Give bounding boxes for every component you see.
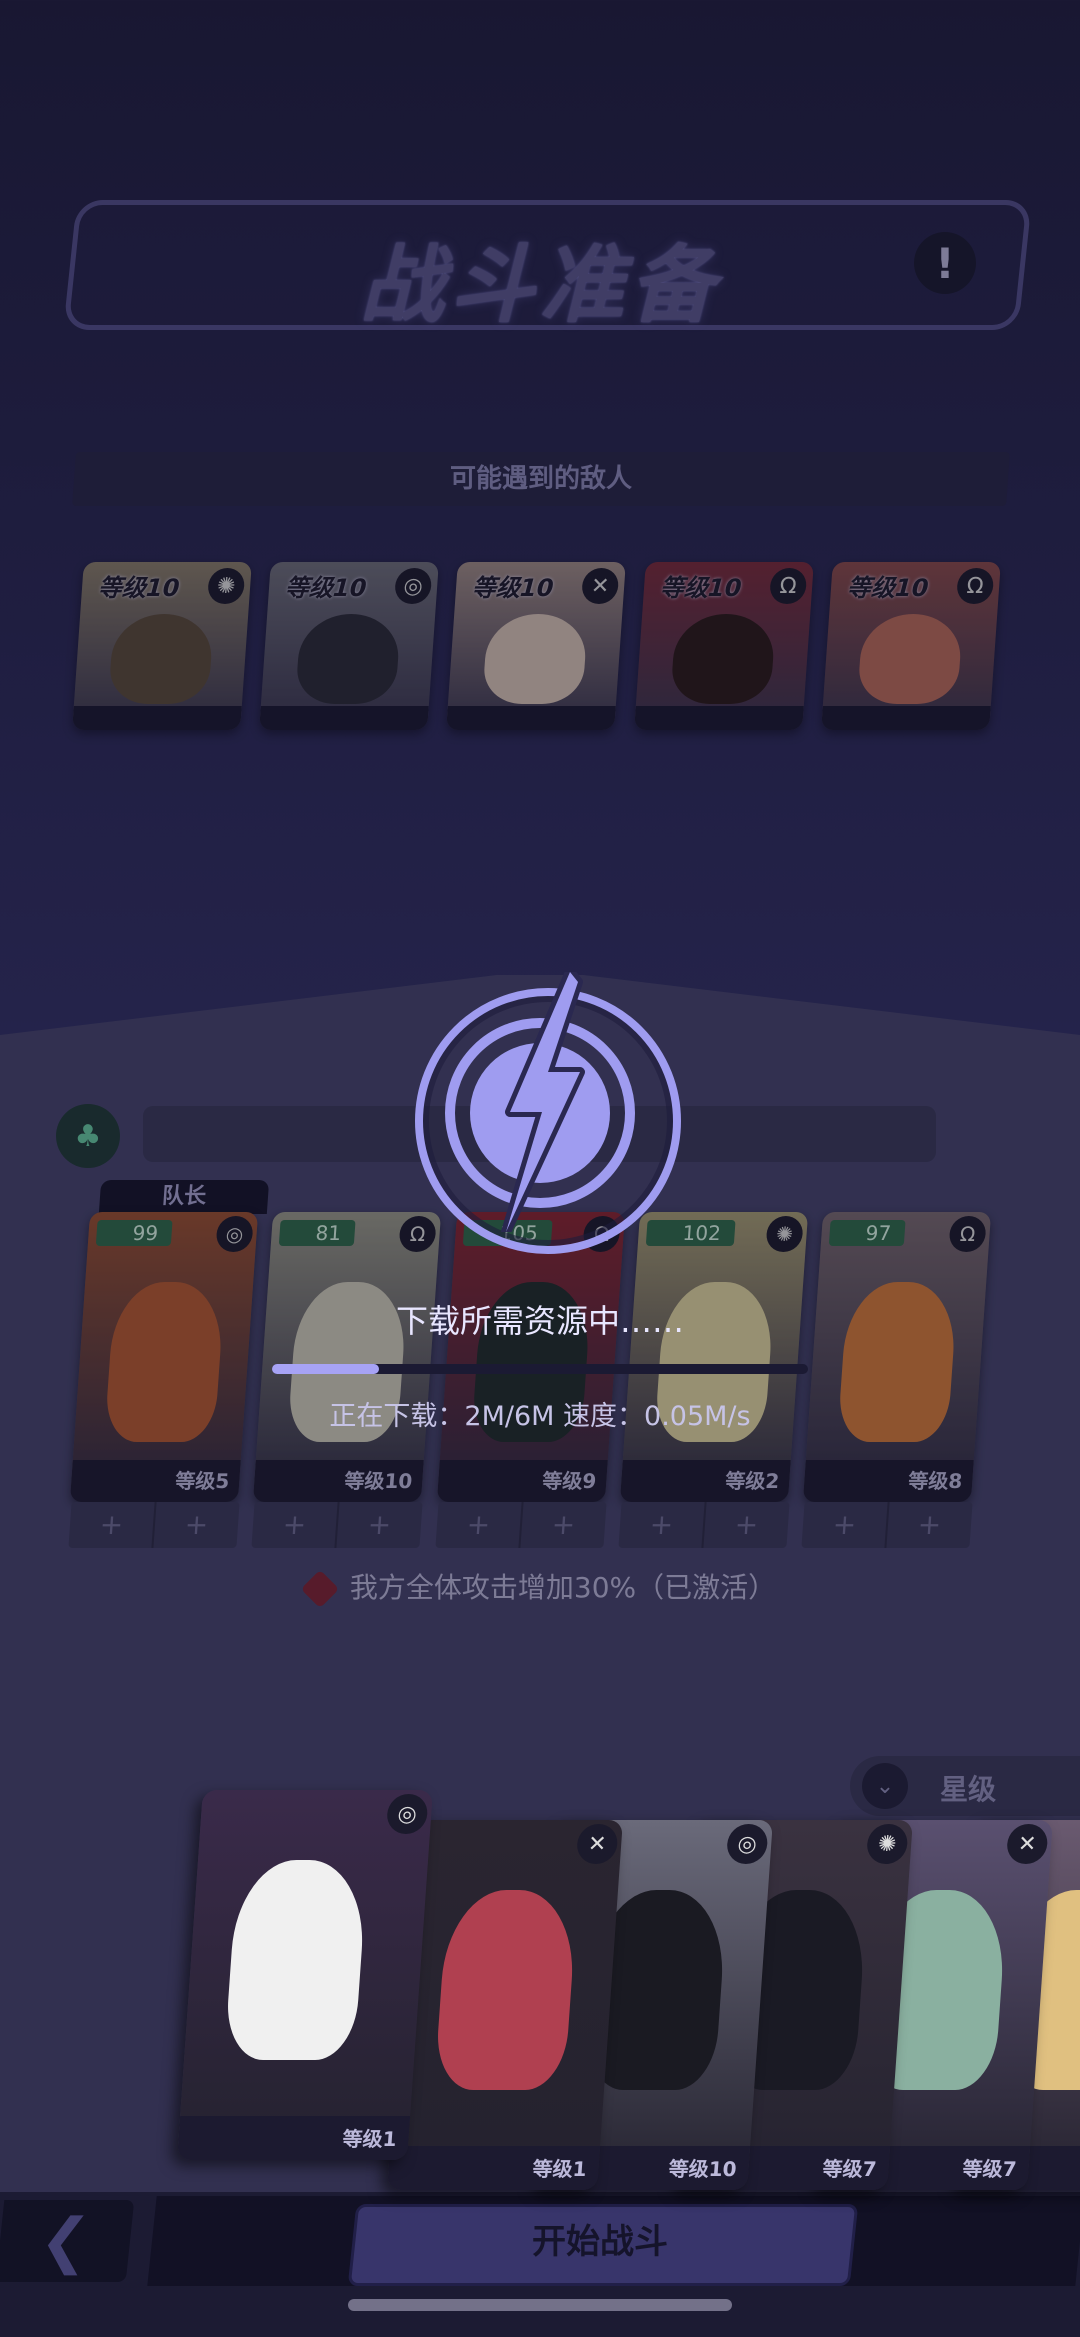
download-status: 正在下载：2M/6M 速度：0.05M/s	[329, 1401, 751, 1432]
element-icon: ◎	[725, 1824, 769, 1864]
roster-card[interactable]: ◎ 等级1	[177, 1790, 433, 2160]
hero-portrait	[434, 1890, 579, 2090]
element-icon: ✺	[865, 1824, 909, 1864]
loading-title: 下载所需资源中……	[395, 1302, 684, 1340]
element-icon: ✕	[1005, 1824, 1049, 1864]
hero-level: 等级7	[961, 2157, 1018, 2181]
lightning-icon	[501, 972, 585, 1232]
element-icon: ◎	[385, 1794, 429, 1834]
element-icon: ✕	[575, 1824, 619, 1864]
hero-level: 等级10	[667, 2157, 738, 2181]
hero-level: 等级7	[821, 2157, 878, 2181]
download-progress-fill	[272, 1364, 380, 1374]
hero-portrait	[224, 1860, 369, 2060]
hero-level: 等级1	[531, 2157, 588, 2181]
hero-level: 等级1	[341, 2127, 398, 2151]
